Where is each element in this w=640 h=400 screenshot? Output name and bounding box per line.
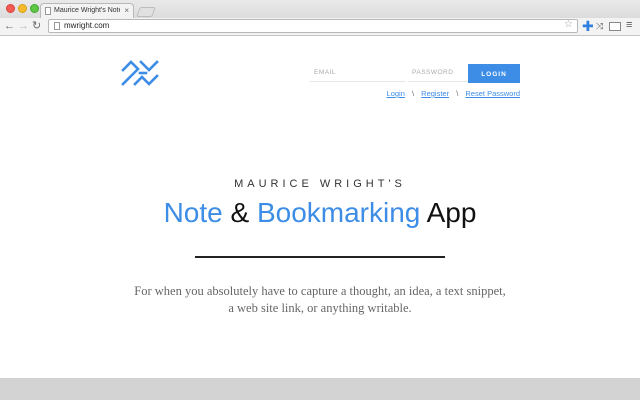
password-input[interactable] (408, 64, 468, 82)
mw-logo[interactable] (120, 60, 160, 86)
login-link[interactable]: Login (387, 89, 405, 98)
email-input[interactable] (310, 64, 406, 82)
link-separator: \ (456, 89, 459, 98)
plus-icon[interactable]: ✚ (582, 19, 594, 33)
login-button[interactable]: LOGIN (468, 64, 520, 83)
back-icon[interactable]: ← (4, 19, 15, 33)
address-bar[interactable]: mwright.com ☆ (48, 19, 578, 33)
register-link[interactable]: Register (421, 89, 449, 98)
minimize-window-button[interactable] (18, 4, 27, 13)
hero-divider (195, 256, 445, 258)
tab-title: Maurice Wright's Note and (54, 7, 120, 14)
hero-title-bookmarking: Bookmarking (256, 197, 421, 228)
page-icon (45, 7, 51, 15)
auth-links: Login \ Register \ Reset Password (387, 89, 520, 98)
close-tab-icon[interactable]: × (124, 4, 129, 17)
window-titlebar: Maurice Wright's Note and × (0, 0, 640, 18)
link-separator: \ (411, 89, 415, 98)
close-window-button[interactable] (6, 4, 15, 13)
new-tab-button[interactable] (136, 7, 156, 17)
hero-tagline: For when you absolutely have to capture … (134, 284, 506, 315)
hero-title: Note & Bookmarking App (0, 194, 640, 232)
mail-icon[interactable] (609, 22, 621, 31)
reload-icon[interactable]: ↻ (32, 19, 41, 33)
hamburger-menu-icon[interactable]: ≡ (626, 19, 632, 31)
footer-band (0, 378, 640, 400)
hero-kicker: MAURICE WRIGHT'S (234, 178, 406, 190)
hero-title-note: Note (163, 197, 223, 228)
forward-icon[interactable]: → (18, 19, 29, 33)
page-icon (54, 22, 60, 30)
hero-title-amp: & (222, 197, 257, 228)
star-icon[interactable]: ☆ (564, 19, 573, 30)
hero-title-app: App (420, 197, 477, 228)
browser-tab[interactable]: Maurice Wright's Note and × (40, 3, 134, 18)
url-text[interactable]: mwright.com (64, 20, 109, 32)
browser-toolbar: ← → ↻ mwright.com ☆ ✚ ⤨ ≡ (0, 18, 640, 36)
tools-icon[interactable]: ⤨ (596, 20, 603, 32)
zoom-window-button[interactable] (30, 4, 39, 13)
reset-password-link[interactable]: Reset Password (465, 89, 520, 98)
